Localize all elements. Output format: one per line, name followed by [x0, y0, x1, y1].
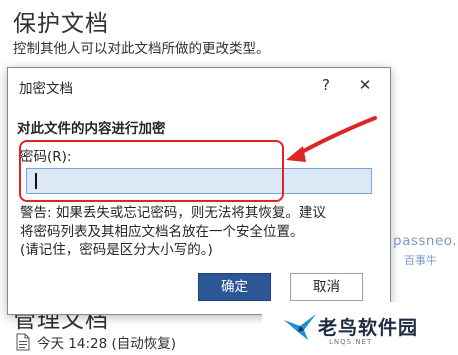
password-label: 密码(R):	[20, 149, 72, 165]
help-button[interactable]: ?	[316, 74, 336, 96]
autosave-version-item[interactable]: 今天 14:28 (自动恢复)	[15, 332, 176, 352]
text-caret	[35, 173, 37, 189]
password-warning: 警告: 如果丢失或忘记密码，则无法将其恢复。建议 将密码列表及其相应文档名放在一…	[20, 204, 380, 260]
protect-document-title: 保护文档	[13, 11, 109, 37]
encrypt-document-dialog: 加密文档 ? ✕ 对此文件的内容进行加密 密码(R): 警告: 如果丢失或忘记密…	[7, 67, 391, 315]
encrypt-heading: 对此文件的内容进行加密	[17, 121, 166, 137]
ok-button[interactable]: 确定	[198, 273, 271, 301]
password-input[interactable]	[26, 168, 372, 194]
dialog-title: 加密文档	[19, 81, 73, 97]
bird-logo-icon	[284, 314, 316, 340]
warning-line: 将密码列表及其相应文档名放在一个安全位置。	[20, 223, 304, 240]
warning-line: (请记住，密码是区分大小写的。)	[20, 242, 213, 258]
watermark-site-sub: 百事牛	[404, 254, 437, 267]
watermark-brand-url: LNQS.NET	[329, 338, 373, 346]
protect-document-description: 控制其他人可以对此文档所做的更改类型。	[13, 41, 270, 57]
watermark-brand: 老鸟软件园	[318, 317, 419, 339]
close-button[interactable]: ✕	[354, 74, 376, 96]
word-document-icon	[16, 333, 30, 351]
cancel-button[interactable]: 取消	[290, 273, 363, 301]
watermark-site: passneo.cn	[393, 233, 458, 249]
warning-line: 警告: 如果丢失或忘记密码，则无法将其恢复。建议	[20, 205, 326, 221]
autosave-item-label: 今天 14:28 (自动恢复)	[37, 336, 177, 352]
